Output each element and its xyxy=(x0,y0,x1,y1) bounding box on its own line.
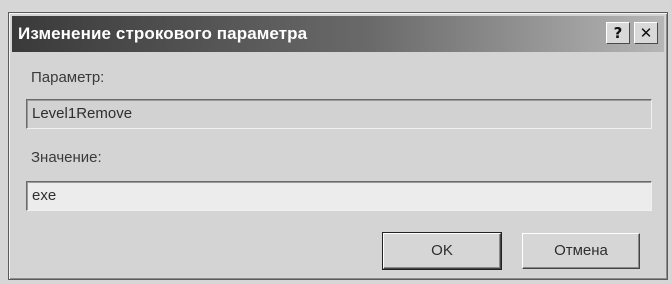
dialog-title: Изменение строкового параметра xyxy=(18,24,308,43)
value-input[interactable]: exe xyxy=(26,181,652,211)
parameter-label: Параметр: xyxy=(31,69,105,86)
title-bar[interactable]: Изменение строкового параметра ? ✕ xyxy=(12,16,664,52)
close-icon[interactable]: ✕ xyxy=(634,22,658,44)
cancel-button[interactable]: Отмена xyxy=(522,233,640,269)
ok-button[interactable]: OK xyxy=(382,232,502,270)
value-label: Значение: xyxy=(31,149,102,166)
help-icon[interactable]: ? xyxy=(606,22,630,44)
edit-string-dialog: Изменение строкового параметра ? ✕ Парам… xyxy=(8,12,668,280)
parameter-name-field: Level1Remove xyxy=(26,99,652,129)
